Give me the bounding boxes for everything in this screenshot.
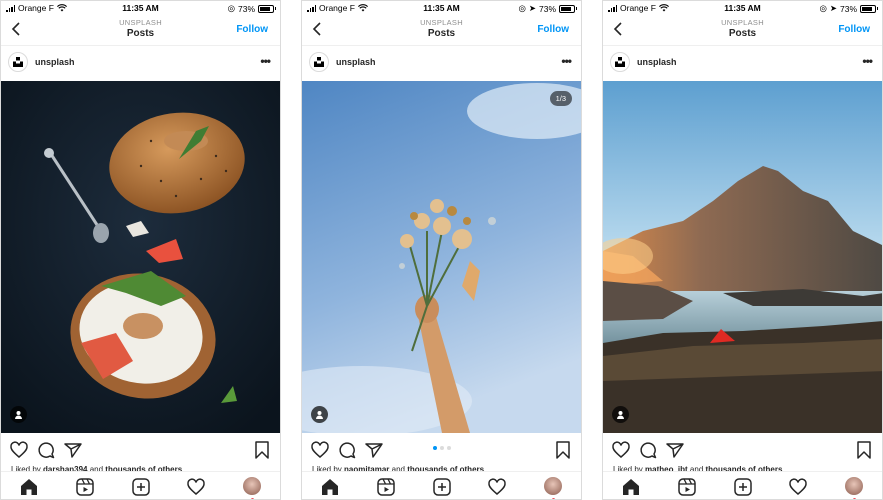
profile-avatar[interactable] xyxy=(845,477,863,495)
battery-percent: 73% xyxy=(237,3,255,14)
post-image-mountains[interactable] xyxy=(603,81,882,433)
home-icon[interactable] xyxy=(320,477,340,497)
activity-heart-icon[interactable] xyxy=(487,477,507,497)
carousel-counter: 1/3 xyxy=(549,91,572,106)
activity-heart-icon[interactable] xyxy=(186,477,206,497)
post-actions xyxy=(603,433,882,465)
status-bar: Orange F 11:35 AM ◎ 73% xyxy=(1,1,280,15)
share-icon[interactable] xyxy=(364,440,384,460)
location-arrow-icon: ➤ xyxy=(528,3,536,13)
account-avatar[interactable] xyxy=(610,52,630,72)
carousel-dot-2 xyxy=(439,446,444,450)
battery-icon xyxy=(258,4,276,13)
posts-header: UNSPLASH Posts Follow xyxy=(302,15,581,46)
carousel-indicator xyxy=(302,446,581,450)
status-bar: Orange F 11:35 AM ◎ ➤ 73% xyxy=(302,1,581,15)
comment-icon[interactable] xyxy=(638,440,658,460)
follow-button[interactable]: Follow xyxy=(838,24,870,35)
new-post-icon[interactable] xyxy=(131,477,151,497)
new-post-icon[interactable] xyxy=(432,477,452,497)
reels-icon[interactable] xyxy=(75,477,95,497)
bottom-tab-bar xyxy=(1,471,280,499)
carousel-dot-1 xyxy=(432,446,437,450)
new-post-icon[interactable] xyxy=(733,477,753,497)
phone-screen-2: Orange F 11:35 AM ◎ ➤ 73% UNSPLASH Posts F… xyxy=(301,0,582,500)
phone-screen-3: Orange F 11:35 AM ◎ ➤ 73% UNSPLASH Posts F… xyxy=(602,0,883,500)
user-tag-icon xyxy=(316,411,323,419)
posts-header: UNSPLASH Posts Follow xyxy=(603,15,882,46)
user-tag-icon xyxy=(15,411,22,419)
share-icon[interactable] xyxy=(63,440,83,460)
home-icon[interactable] xyxy=(19,477,39,497)
flowers-photo xyxy=(302,81,581,433)
unsplash-logo-icon xyxy=(615,57,625,67)
comment-icon[interactable] xyxy=(337,440,357,460)
post-header: unsplash ••• xyxy=(1,46,280,80)
post-actions xyxy=(1,433,280,465)
post-image-bagel[interactable] xyxy=(1,81,280,433)
heart-icon[interactable] xyxy=(9,440,29,460)
mountain-photo xyxy=(603,81,882,433)
orientation-lock-icon: ◎ xyxy=(518,3,526,13)
comment-icon[interactable] xyxy=(36,440,56,460)
bagel-photo xyxy=(1,81,280,433)
home-icon[interactable] xyxy=(621,477,641,497)
account-avatar[interactable] xyxy=(8,52,28,72)
user-tag-icon xyxy=(617,411,624,419)
user-tag-button[interactable] xyxy=(612,406,629,423)
phone-screen-1: Orange F 11:35 AM ◎ 73% UNSPLASH Posts Fo… xyxy=(0,0,281,500)
bookmark-icon[interactable] xyxy=(252,440,272,460)
more-options-icon[interactable]: ••• xyxy=(561,54,572,68)
bookmark-icon[interactable] xyxy=(854,440,874,460)
unsplash-logo-icon xyxy=(314,57,324,67)
activity-heart-icon[interactable] xyxy=(788,477,808,497)
heart-icon[interactable] xyxy=(310,440,330,460)
orientation-lock-icon: ◎ xyxy=(819,3,827,13)
reels-icon[interactable] xyxy=(376,477,396,497)
follow-button[interactable]: Follow xyxy=(537,24,569,35)
user-tag-button[interactable] xyxy=(10,406,27,423)
unsplash-logo-icon xyxy=(13,57,23,67)
post-username[interactable]: unsplash xyxy=(336,57,376,67)
battery-percent: 73% xyxy=(538,3,556,14)
more-options-icon[interactable]: ••• xyxy=(260,54,271,68)
orientation-lock-icon: ◎ xyxy=(227,3,235,13)
reels-icon[interactable] xyxy=(677,477,697,497)
carousel-dot-3 xyxy=(446,446,451,450)
heart-icon[interactable] xyxy=(611,440,631,460)
battery-percent: 73% xyxy=(839,3,857,14)
user-tag-button[interactable] xyxy=(311,406,328,423)
account-avatar[interactable] xyxy=(309,52,329,72)
posts-header: UNSPLASH Posts Follow xyxy=(1,15,280,46)
status-bar: Orange F 11:35 AM ◎ ➤ 73% xyxy=(603,1,882,15)
bottom-tab-bar xyxy=(302,471,581,499)
location-arrow-icon: ➤ xyxy=(829,3,837,13)
post-image-flowers[interactable]: 1/3 xyxy=(302,81,581,433)
post-header: unsplash ••• xyxy=(603,46,882,80)
battery-icon xyxy=(559,4,577,13)
bookmark-icon[interactable] xyxy=(553,440,573,460)
profile-avatar[interactable] xyxy=(243,477,261,495)
profile-avatar[interactable] xyxy=(544,477,562,495)
share-icon[interactable] xyxy=(665,440,685,460)
bottom-tab-bar xyxy=(603,471,882,499)
more-options-icon[interactable]: ••• xyxy=(862,54,873,68)
follow-button[interactable]: Follow xyxy=(236,24,268,35)
post-username[interactable]: unsplash xyxy=(637,57,677,67)
post-username[interactable]: unsplash xyxy=(35,57,75,67)
post-header: unsplash ••• xyxy=(302,46,581,80)
battery-icon xyxy=(860,4,878,13)
